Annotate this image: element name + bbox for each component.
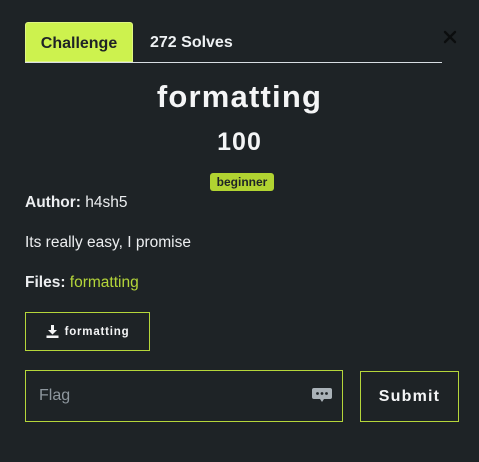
download-icon: [46, 325, 59, 338]
close-icon: [443, 30, 457, 44]
tab-challenge[interactable]: Challenge: [25, 22, 133, 62]
close-button[interactable]: [443, 27, 457, 45]
author-name: h4sh5: [85, 194, 128, 211]
flag-input-wrapper: [25, 370, 343, 422]
files-line: Files: formatting: [25, 274, 139, 292]
challenge-description: Its really easy, I promise: [25, 234, 191, 251]
tab-solves[interactable]: 272 Solves: [150, 22, 233, 62]
download-file-button[interactable]: formatting: [25, 312, 150, 351]
submit-button[interactable]: Submit: [360, 371, 459, 422]
challenge-points: 100: [217, 128, 262, 156]
category-badge: beginner: [210, 173, 274, 191]
challenge-tabs: Challenge 272 Solves: [25, 22, 442, 63]
download-button-label: formatting: [64, 325, 130, 338]
password-dots-icon[interactable]: [312, 388, 332, 402]
author-line: Author: h4sh5: [25, 194, 128, 212]
author-label: Author:: [25, 194, 81, 211]
files-label: Files:: [25, 274, 66, 291]
flag-input[interactable]: [26, 371, 306, 421]
challenge-title: formatting: [156, 79, 323, 114]
file-link[interactable]: formatting: [70, 274, 139, 291]
